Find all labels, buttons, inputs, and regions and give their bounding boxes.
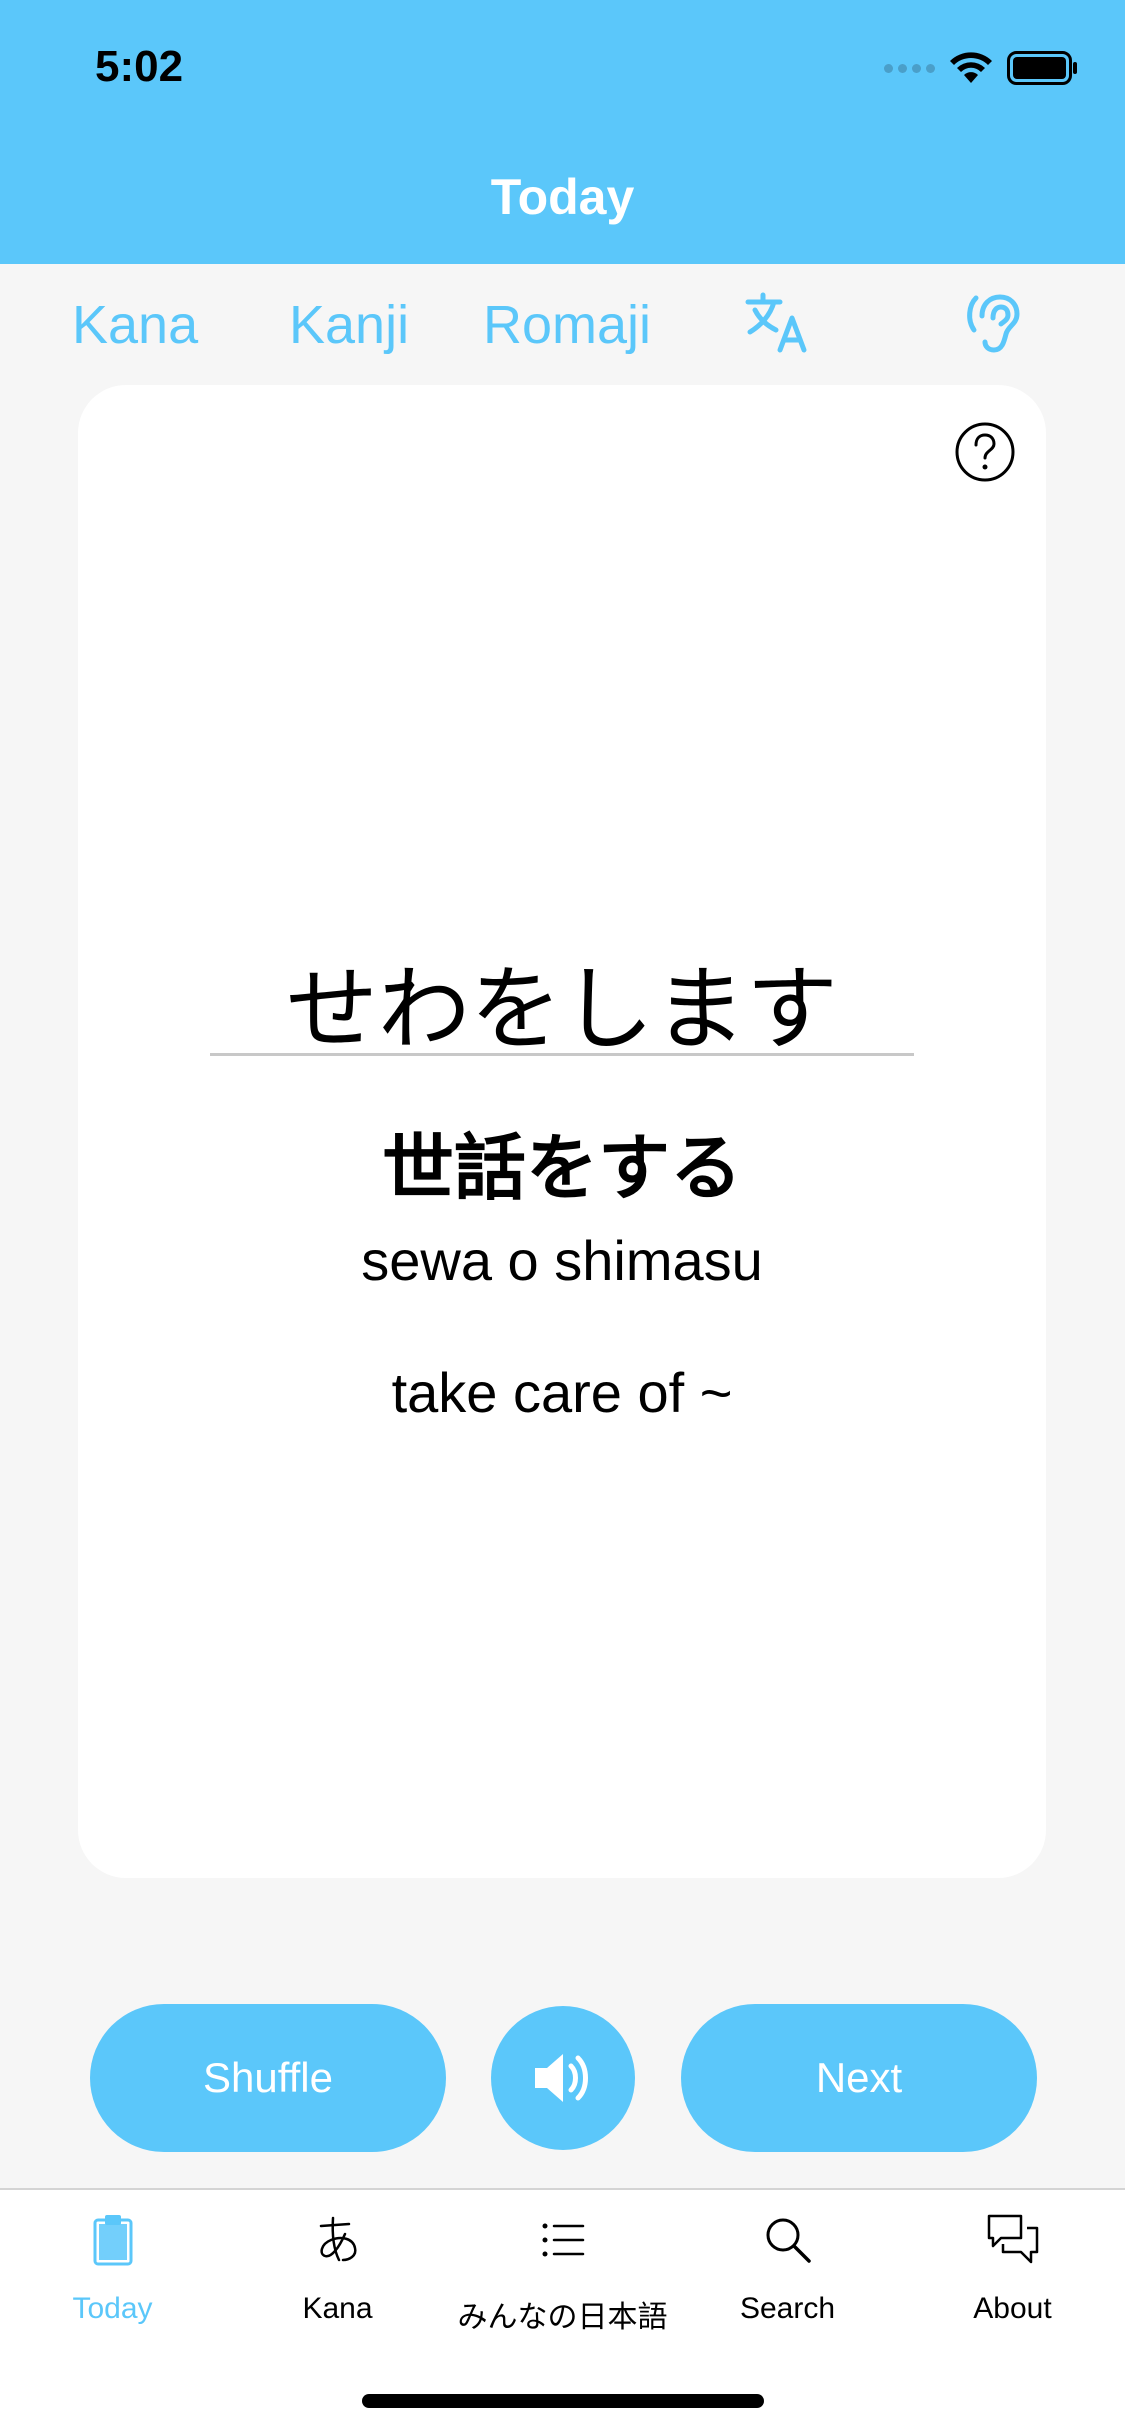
english-meaning: take care of ~ xyxy=(391,1361,733,1424)
hearing-icon[interactable] xyxy=(966,292,1022,356)
tab-kana-list[interactable]: Kana xyxy=(225,2190,450,2350)
tab-kanji[interactable]: Kanji xyxy=(289,294,409,356)
card-divider xyxy=(210,1053,914,1056)
clipboard-icon xyxy=(93,2215,132,2266)
translate-icon[interactable] xyxy=(744,292,810,354)
chat-bubbles-icon xyxy=(987,2214,1038,2264)
shuffle-button[interactable]: Shuffle xyxy=(90,2004,446,2152)
help-icon[interactable] xyxy=(954,421,1016,483)
tab-kana-label: Kana xyxy=(302,2292,373,2325)
tab-about-label: About xyxy=(973,2292,1052,2325)
navigation-header: 5:02 Today xyxy=(0,0,1125,264)
tab-search-label: Search xyxy=(739,2292,836,2325)
kanji-word: 世話をする xyxy=(381,1126,742,1210)
status-time: 5:02 xyxy=(95,42,184,91)
tab-search[interactable]: Search xyxy=(675,2190,900,2350)
romaji-word: sewa o shimasu xyxy=(361,1229,763,1292)
kana-word: せわをします xyxy=(285,956,838,1063)
speaker-icon xyxy=(535,2054,588,2102)
flash-card[interactable]: せわをします 世話をする sewa o shimasu take care of… xyxy=(78,385,1046,1878)
wifi-icon xyxy=(950,52,992,83)
list-icon xyxy=(542,2223,584,2257)
play-sound-button[interactable] xyxy=(491,2006,635,2150)
cellular-signal-icon xyxy=(884,63,935,73)
tab-minna-no-nihongo[interactable]: みんなの日本語 xyxy=(450,2190,675,2350)
tab-today[interactable]: Today xyxy=(0,2190,225,2350)
tab-today-label: Today xyxy=(72,2292,153,2325)
tab-romaji[interactable]: Romaji xyxy=(483,294,651,356)
page-title: Today xyxy=(490,169,635,225)
tab-minna-label: みんなの日本語 xyxy=(457,2301,668,2334)
tab-about[interactable]: About xyxy=(900,2190,1125,2350)
home-indicator xyxy=(362,2394,764,2408)
next-button[interactable]: Next xyxy=(681,2004,1037,2152)
hiragana-a-icon xyxy=(319,2216,357,2262)
battery-icon xyxy=(1007,51,1077,85)
display-mode-bar: Kana Kanji Romaji xyxy=(0,264,1125,384)
status-icons xyxy=(884,48,1079,88)
tab-kana[interactable]: Kana xyxy=(72,294,198,356)
search-icon xyxy=(766,2218,811,2263)
